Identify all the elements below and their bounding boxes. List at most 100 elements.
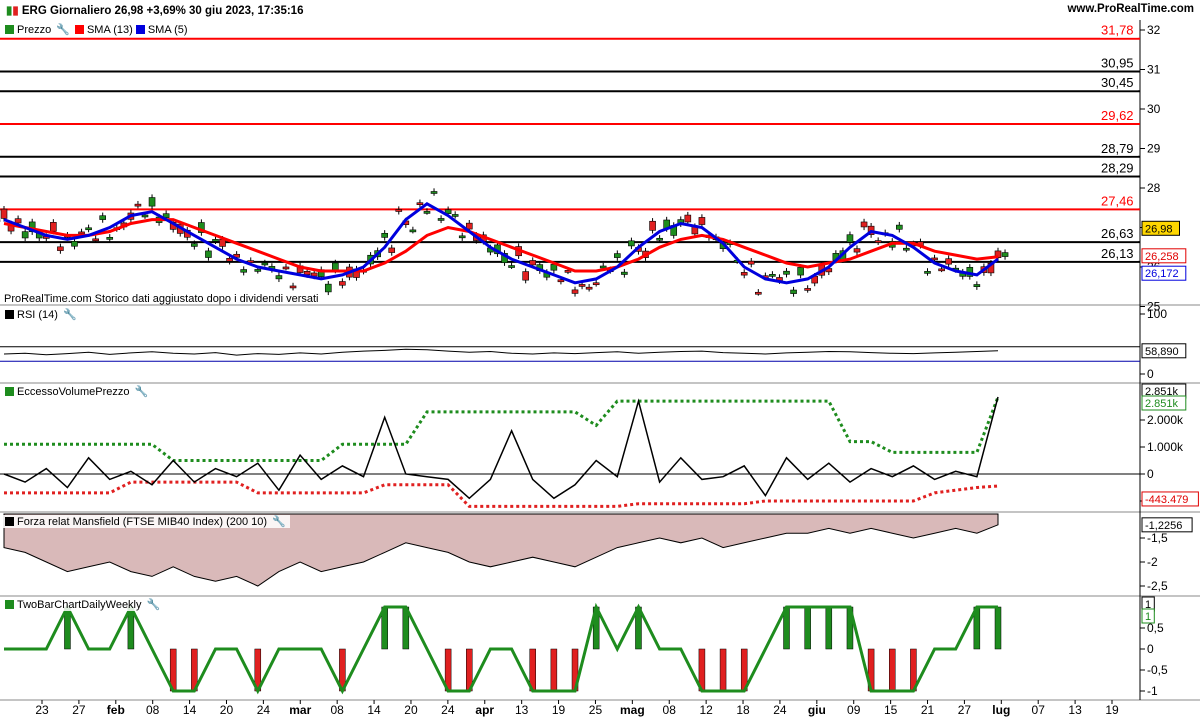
candle-body bbox=[903, 247, 910, 251]
twobar-bar bbox=[889, 648, 896, 692]
mansfield-tick-2: -2,5 bbox=[1147, 579, 1168, 593]
candle-body bbox=[212, 239, 219, 242]
price-tick-3: 29 bbox=[1147, 142, 1161, 156]
candle-body bbox=[437, 218, 445, 221]
site-label[interactable]: www.ProRealTime.com bbox=[1067, 3, 1194, 15]
candle-body bbox=[240, 269, 247, 273]
candle-body bbox=[275, 275, 283, 280]
rsi-tag: 58,890 bbox=[1145, 346, 1179, 358]
candle-body bbox=[289, 285, 297, 289]
candle-body bbox=[874, 240, 882, 243]
candle-body bbox=[790, 289, 797, 294]
sma13-line bbox=[3, 218, 999, 273]
volume-tick-1: 1.000k bbox=[1147, 440, 1184, 454]
candle-body bbox=[78, 231, 85, 235]
rsi-tick-100: 100 bbox=[1147, 307, 1167, 321]
x-tick-label: mag bbox=[620, 703, 645, 717]
twobar-bar bbox=[550, 648, 558, 692]
wrench-icon[interactable]: 🔧 bbox=[272, 515, 286, 528]
candle-body bbox=[148, 197, 156, 207]
candle-body bbox=[529, 260, 537, 266]
volume-tick-0: 2.000k bbox=[1147, 413, 1184, 427]
candle-body bbox=[85, 227, 92, 231]
x-tick-label: 09 bbox=[847, 703, 861, 717]
twobar-tick-3: -1 bbox=[1147, 684, 1158, 698]
candle-body bbox=[226, 258, 233, 262]
candle-body bbox=[508, 265, 515, 268]
price-tick-4: 28 bbox=[1147, 181, 1161, 195]
candle-body bbox=[21, 231, 29, 239]
rsi-legend: RSI (14) 🔧 bbox=[3, 308, 81, 321]
candle-body bbox=[71, 240, 78, 247]
volume-legend: EccessoVolumePrezzo 🔧 bbox=[3, 385, 153, 398]
candle-body bbox=[740, 272, 748, 276]
candle-body bbox=[282, 266, 290, 270]
candle-body bbox=[141, 214, 149, 218]
candle-body bbox=[423, 211, 431, 214]
price-tick-1: 31 bbox=[1147, 63, 1161, 77]
legend-price[interactable]: Prezzo bbox=[17, 24, 51, 36]
candle-body bbox=[621, 271, 628, 275]
x-tick-label: 08 bbox=[330, 703, 344, 717]
legend-sma13[interactable]: SMA (13) bbox=[87, 24, 133, 36]
wrench-icon[interactable]: 🔧 bbox=[63, 308, 77, 321]
candle-body bbox=[92, 238, 99, 242]
candle-body bbox=[557, 279, 565, 283]
twobar-swatch bbox=[5, 600, 14, 609]
x-tick-label: 07 bbox=[1032, 703, 1046, 717]
candle-body bbox=[628, 240, 635, 247]
wrench-icon[interactable]: 🔧 bbox=[135, 385, 149, 398]
wrench-icon[interactable]: 🔧 bbox=[147, 598, 161, 611]
level-label-2: 30,45 bbox=[1101, 75, 1134, 90]
candle-body bbox=[973, 284, 981, 287]
twobar-bar bbox=[719, 648, 727, 692]
candle-body bbox=[614, 253, 621, 258]
candle-body bbox=[896, 224, 903, 230]
volume-tag-low: -443.479 bbox=[1145, 494, 1188, 506]
candle-body bbox=[522, 271, 529, 281]
x-tick-label: 27 bbox=[958, 703, 972, 717]
x-tick-label: 25 bbox=[589, 703, 603, 717]
sma13-swatch bbox=[74, 25, 84, 34]
candle-body bbox=[106, 237, 114, 240]
candle-body bbox=[585, 286, 593, 290]
twobar-tick-1: 0 bbox=[1147, 642, 1154, 656]
candle-body bbox=[409, 229, 417, 233]
level-label-4: 28,79 bbox=[1101, 141, 1134, 156]
sma13-tag: 26,258 bbox=[1145, 251, 1179, 263]
price-tick-0: 32 bbox=[1147, 23, 1161, 37]
price-tick-2: 30 bbox=[1147, 102, 1161, 116]
candle-body bbox=[57, 246, 64, 251]
legend-sma5[interactable]: SMA (5) bbox=[148, 24, 188, 36]
candle-body bbox=[395, 209, 403, 212]
wrench-icon[interactable]: 🔧 bbox=[56, 23, 70, 36]
chart-title-text: ERG Giornaliero 26,98 +3,69% 30 giu 2023… bbox=[21, 5, 304, 17]
candle-body bbox=[261, 262, 269, 266]
x-tick-label: 14 bbox=[367, 703, 381, 717]
candle-body bbox=[571, 289, 579, 294]
level-label-6: 27,46 bbox=[1101, 193, 1134, 208]
mansfield-tick-0: -1,5 bbox=[1147, 531, 1168, 545]
candle-body bbox=[769, 274, 776, 277]
level-label-1: 30,95 bbox=[1101, 55, 1134, 70]
volume-tag-top2: 2.851k bbox=[1145, 398, 1179, 410]
legend-volume[interactable]: EccessoVolumePrezzo bbox=[17, 386, 130, 398]
candle-body bbox=[205, 250, 212, 258]
x-tick-label: 20 bbox=[404, 703, 418, 717]
x-tick-label: 13 bbox=[515, 703, 529, 717]
candle-body bbox=[656, 237, 663, 241]
legend-mansfield[interactable]: Forza relat Mansfield (FTSE MIB40 Index)… bbox=[17, 516, 267, 528]
candle-body bbox=[451, 214, 459, 217]
twobar-bar bbox=[825, 606, 833, 650]
candle-body bbox=[592, 282, 600, 286]
candle-body bbox=[0, 208, 8, 219]
legend-twobar[interactable]: TwoBarChartDailyWeekly bbox=[17, 599, 142, 611]
level-label-7: 26,63 bbox=[1101, 226, 1134, 241]
candle-body bbox=[339, 281, 346, 286]
legend-rsi[interactable]: RSI (14) bbox=[17, 309, 58, 321]
price-chart[interactable]: 323130292827262531,7830,9530,4529,6228,7… bbox=[0, 0, 1200, 720]
candle-body bbox=[254, 269, 262, 272]
candle-body bbox=[381, 232, 388, 238]
candle-body bbox=[945, 258, 952, 265]
watermark: ProRealTime.com Storico dati aggiustato … bbox=[4, 293, 319, 305]
